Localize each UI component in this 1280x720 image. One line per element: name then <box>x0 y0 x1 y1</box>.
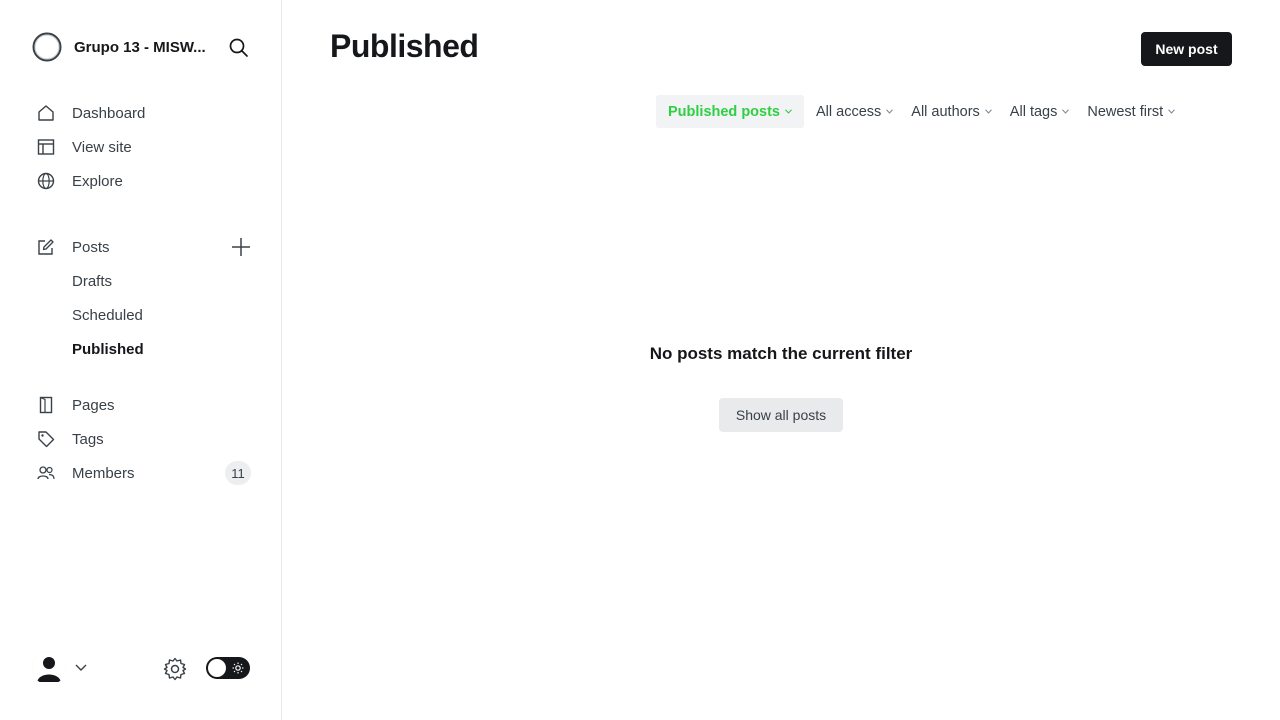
user-icon <box>32 651 66 685</box>
sidebar: Grupo 13 - MISW... Dashboard View site E… <box>0 0 282 720</box>
nav-drafts-label: Drafts <box>72 272 113 290</box>
nav-dashboard[interactable]: Dashboard <box>36 96 256 130</box>
empty-state: No posts match the current filter <box>560 344 1002 364</box>
home-icon <box>36 103 56 123</box>
nav-explore-label: Explore <box>72 172 123 190</box>
avatar <box>32 651 66 685</box>
nav-pages[interactable]: Pages <box>36 388 256 422</box>
members-count-badge: 11 <box>225 461 251 485</box>
chevron-down-icon <box>1062 109 1070 114</box>
nav-posts-label: Posts <box>72 238 110 256</box>
page-title: Published <box>330 28 479 64</box>
add-post-button[interactable] <box>229 235 253 259</box>
nav-view-site[interactable]: View site <box>36 130 256 164</box>
members-icon <box>36 463 56 483</box>
nav-pages-label: Pages <box>72 396 115 414</box>
nav-published[interactable]: Published <box>72 332 252 366</box>
chevron-down-icon <box>1168 109 1176 114</box>
layout-icon <box>36 137 56 157</box>
site-brand[interactable]: Grupo 13 - MISW... <box>32 32 214 62</box>
nav-tags-label: Tags <box>72 430 104 448</box>
filter-type-label: Published posts <box>668 103 780 120</box>
filter-authors-label: All authors <box>911 103 980 120</box>
filter-access-label: All access <box>816 103 882 120</box>
filter-tags-label: All tags <box>1009 103 1058 120</box>
nav-posts[interactable]: Posts <box>36 230 216 264</box>
nav-members[interactable]: Members <box>36 456 216 490</box>
new-post-button[interactable]: New post <box>1141 32 1232 66</box>
settings-button[interactable] <box>162 656 188 682</box>
edit-icon <box>36 237 56 257</box>
nav-drafts[interactable]: Drafts <box>72 264 252 298</box>
filter-access[interactable]: All access <box>804 95 899 128</box>
nav-scheduled[interactable]: Scheduled <box>72 298 252 332</box>
filter-bar: Published posts All access All authors A… <box>656 95 1181 128</box>
toggle-knob <box>208 659 226 677</box>
page-icon <box>36 395 56 415</box>
site-title: Grupo 13 - MISW... <box>74 38 206 56</box>
tag-icon <box>36 429 56 449</box>
globe-icon <box>36 171 56 191</box>
search-button[interactable] <box>227 36 251 60</box>
nav-tags[interactable]: Tags <box>36 422 256 456</box>
filter-authors[interactable]: All authors <box>899 95 998 128</box>
show-all-posts-button[interactable]: Show all posts <box>719 398 843 432</box>
filter-type[interactable]: Published posts <box>656 95 804 128</box>
filter-sort[interactable]: Newest first <box>1075 95 1181 128</box>
search-icon <box>229 38 248 57</box>
chevron-down-icon <box>984 109 992 114</box>
nav-explore[interactable]: Explore <box>36 164 256 198</box>
site-logo-icon <box>32 32 62 62</box>
gear-icon <box>163 657 187 681</box>
empty-state-message: No posts match the current filter <box>649 344 913 363</box>
nav-dashboard-label: Dashboard <box>72 104 146 122</box>
nav-members-label: Members <box>72 464 135 482</box>
nav-scheduled-label: Scheduled <box>72 306 143 324</box>
filter-sort-label: Newest first <box>1087 103 1164 120</box>
theme-toggle[interactable] <box>206 657 250 679</box>
plus-icon <box>232 238 250 256</box>
sun-icon <box>232 662 244 674</box>
chevron-down-icon <box>75 664 87 671</box>
nav-view-site-label: View site <box>72 138 132 156</box>
chevron-down-icon <box>785 109 792 114</box>
filter-tags[interactable]: All tags <box>998 95 1076 128</box>
nav-published-label: Published <box>72 340 144 358</box>
user-menu[interactable] <box>32 651 88 685</box>
chevron-down-icon <box>886 109 894 114</box>
